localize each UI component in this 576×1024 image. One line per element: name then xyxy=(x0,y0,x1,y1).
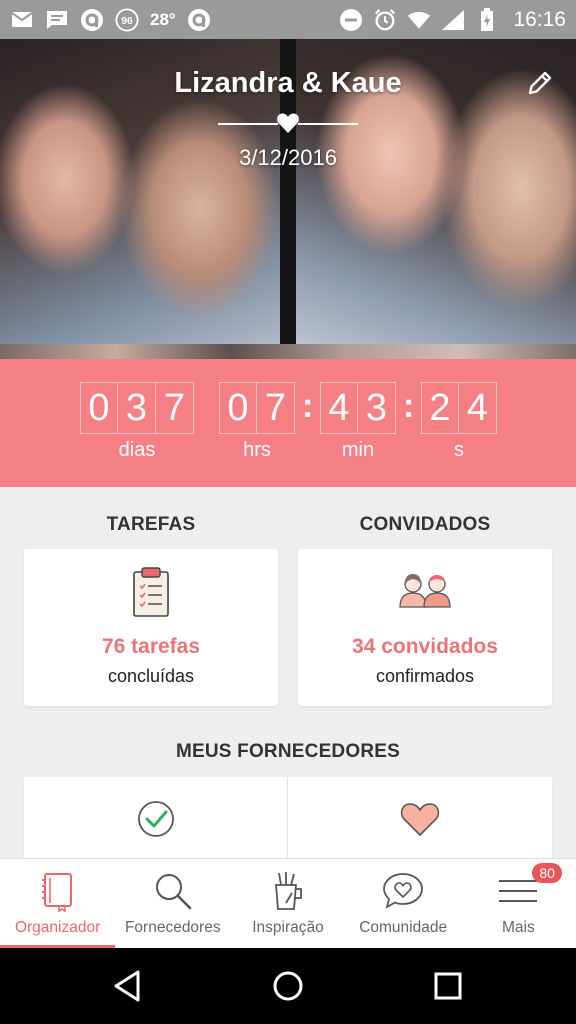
countdown-digit: 0 xyxy=(80,382,118,434)
tab-label: Mais xyxy=(501,919,535,936)
countdown-separator: : xyxy=(403,387,415,425)
countdown-seconds-label: s xyxy=(454,439,464,461)
countdown-minutes: 4 3 xyxy=(320,382,396,434)
notification-badge: 80 xyxy=(532,863,562,883)
alarm-icon xyxy=(373,8,397,32)
tab-label: Inspiração xyxy=(252,919,324,936)
guests-icon xyxy=(399,574,451,608)
system-nav-bar xyxy=(0,948,576,1024)
mail-icon xyxy=(10,8,34,32)
vendors-favorites-card[interactable] xyxy=(288,777,552,859)
wifi-icon xyxy=(407,8,431,32)
tab-mais[interactable]: 80 Mais xyxy=(461,859,576,948)
countdown-separator: : xyxy=(302,387,314,425)
countdown-panel: 0 3 7 0 7 : 4 3 : 2 4 dias hrs min s xyxy=(0,359,576,487)
countdown-digit: 3 xyxy=(358,382,396,434)
badge-96-icon: 96 xyxy=(115,7,139,32)
tab-label: Organizador xyxy=(14,919,101,936)
tab-organizador[interactable]: Organizador xyxy=(0,859,116,948)
clock: 16:16 xyxy=(513,7,566,31)
chat-heart-icon xyxy=(383,873,424,909)
tab-label: Comunidade xyxy=(359,919,448,936)
temperature: 28° xyxy=(150,9,176,29)
countdown-days: 0 3 7 xyxy=(80,382,194,434)
tab-inspiracao[interactable]: Inspiração xyxy=(230,859,345,948)
home-icon[interactable] xyxy=(268,966,308,1006)
bottom-tab-bar: Organizador Fornecedores Inspiração Comu… xyxy=(0,858,576,948)
divider-line-right xyxy=(298,123,358,125)
countdown-digit: 7 xyxy=(257,382,295,434)
back-icon[interactable] xyxy=(108,966,148,1006)
heart-icon xyxy=(277,113,299,133)
app-icon xyxy=(187,8,211,32)
clipboard-icon xyxy=(133,567,169,617)
guests-title: CONVIDADOS xyxy=(359,514,491,535)
pencil-icon[interactable] xyxy=(524,67,556,99)
search-icon xyxy=(155,874,192,910)
battery-icon xyxy=(475,7,499,32)
badge-96-text: 96 xyxy=(121,16,133,27)
countdown-days-label: dias xyxy=(118,439,156,461)
couple-photo-header[interactable]: Lizandra & Kaue 3/12/2016 xyxy=(0,39,576,359)
tab-comunidade[interactable]: Comunidade xyxy=(346,859,461,948)
couple-name: Lizandra & Kaue xyxy=(174,67,402,99)
guests-value: 34 convidados xyxy=(352,635,498,658)
countdown-digit: 4 xyxy=(320,382,358,434)
inspiration-icon xyxy=(274,872,302,910)
tab-label: Fornecedores xyxy=(124,919,221,936)
countdown-hours: 0 7 xyxy=(219,382,295,434)
tasks-card[interactable]: 76 tarefas concluídas xyxy=(24,549,278,706)
check-circle-icon xyxy=(137,801,174,837)
tasks-title: TAREFAS xyxy=(106,514,196,535)
message-icon xyxy=(45,8,69,32)
tab-fornecedores[interactable]: Fornecedores xyxy=(115,859,230,948)
guests-card[interactable]: 34 convidados confirmados xyxy=(298,549,552,706)
heart-icon xyxy=(400,803,440,837)
vendors-hired-card[interactable] xyxy=(24,777,287,859)
tasks-subtitle: concluídas xyxy=(107,666,195,686)
countdown-digit: 7 xyxy=(156,382,194,434)
countdown-seconds: 2 4 xyxy=(421,382,497,434)
recents-icon[interactable] xyxy=(428,966,468,1006)
countdown-digit: 4 xyxy=(459,382,497,434)
countdown-digit: 3 xyxy=(118,382,156,434)
guests-subtitle: confirmados xyxy=(375,666,475,686)
tasks-value: 76 tarefas xyxy=(101,635,201,658)
notebook-icon xyxy=(41,873,72,913)
wedding-date: 3/12/2016 xyxy=(239,145,337,170)
divider-line-left xyxy=(218,123,278,125)
countdown-digit: 2 xyxy=(421,382,459,434)
vendors-title: MEUS FORNECEDORES xyxy=(175,741,401,762)
countdown-digit: 0 xyxy=(219,382,257,434)
dnd-icon xyxy=(339,8,363,32)
signal-icon xyxy=(441,8,465,32)
app-icon xyxy=(80,8,104,32)
status-bar: 96 28° 16:16 xyxy=(0,0,576,39)
